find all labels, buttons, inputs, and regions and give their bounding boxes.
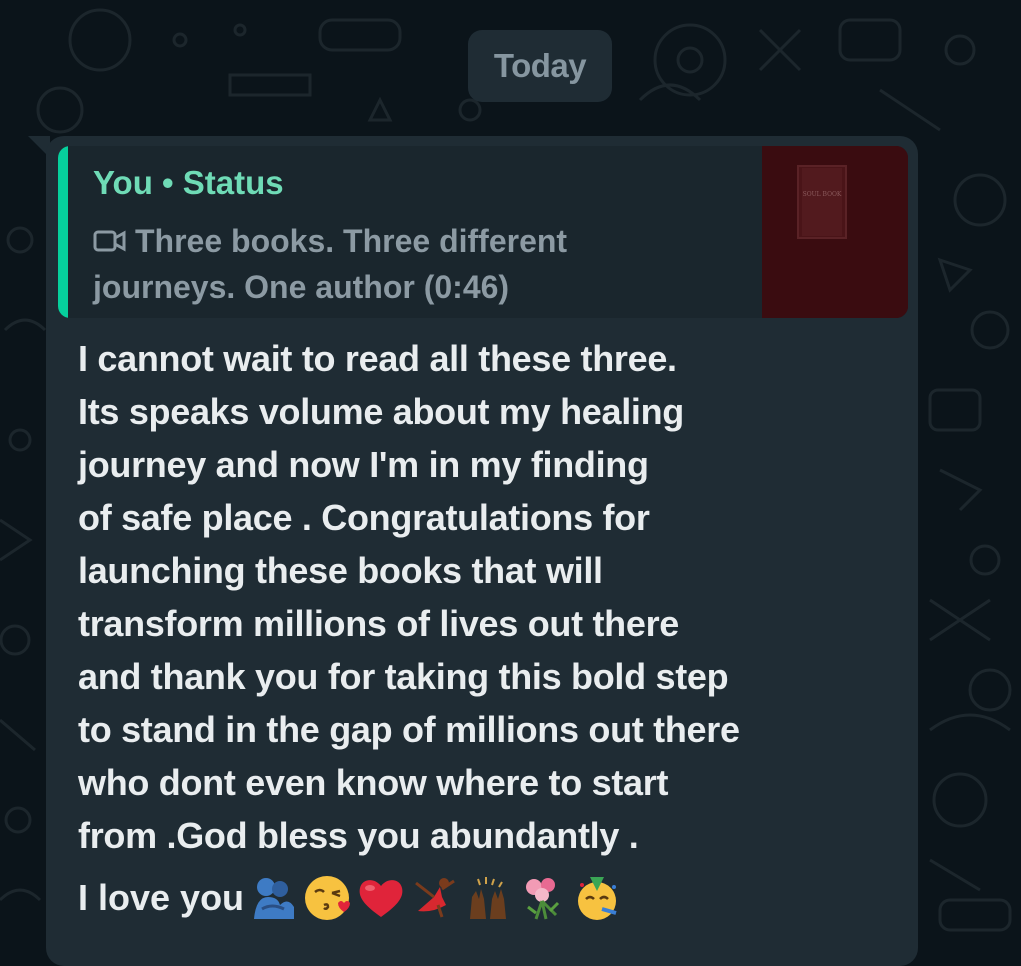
message-text: I cannot wait to read all these three. I… — [78, 338, 740, 856]
status-thumbnail[interactable]: SOUL BOOK — [762, 146, 908, 318]
reply-quote[interactable]: You • Status Three books. Three differen… — [58, 146, 908, 318]
raising-hands-emoji — [470, 877, 507, 919]
partying-face-emoji — [578, 877, 617, 920]
date-separator: Today — [468, 30, 612, 102]
face-blowing-kiss-emoji — [305, 876, 351, 920]
thumbnail-image: SOUL BOOK — [762, 146, 908, 318]
video-camera-icon — [93, 230, 126, 252]
people-hugging-emoji — [254, 878, 295, 919]
quote-description-text: Three books. Three different journeys. O… — [93, 223, 568, 305]
message-closing-line: I love you — [78, 870, 622, 926]
quote-accent-bar — [58, 146, 68, 318]
red-heart-emoji — [359, 880, 403, 917]
woman-dancing-emoji — [415, 878, 455, 918]
quote-description: Three books. Three different journeys. O… — [93, 218, 713, 310]
message-closing-text: I love you — [78, 877, 245, 918]
bouquet-emoji — [526, 878, 560, 920]
quote-title: You • Status — [93, 164, 284, 201]
thumbnail-text: SOUL BOOK — [803, 191, 842, 198]
